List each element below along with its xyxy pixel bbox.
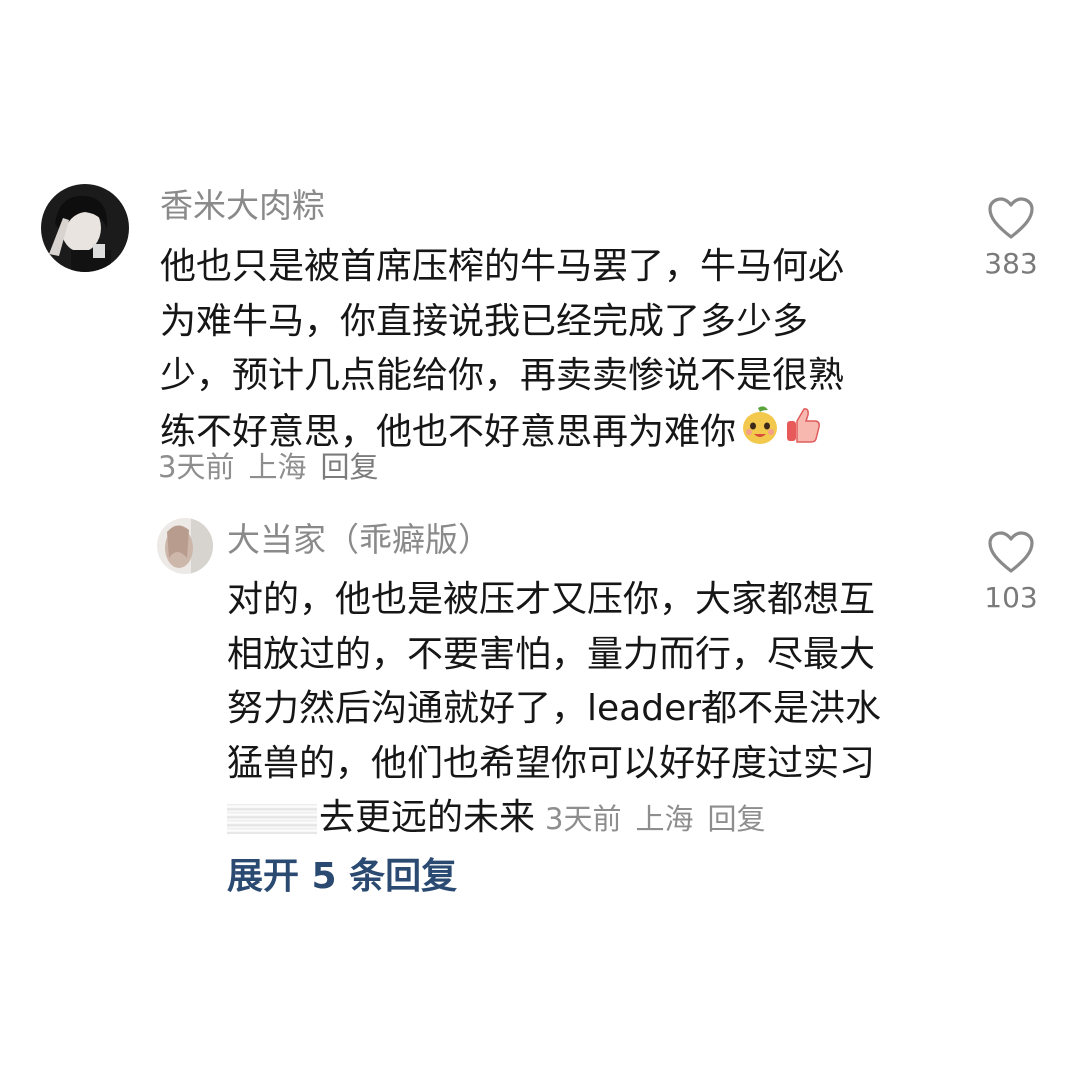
expand-replies-button[interactable]: 展开 5 条回复 <box>227 855 457 899</box>
heart-icon[interactable] <box>976 196 1046 240</box>
comment-text: 他也只是被首席压榨的牛马罢了，牛马何必 为难牛马，你直接说我已经完成了多少多 少… <box>160 240 844 462</box>
commenter-username[interactable]: 香米大肉粽 <box>160 186 325 226</box>
thumbs-up-emoji-icon <box>784 405 822 462</box>
comment-line: 为难牛马，你直接说我已经完成了多少多 <box>160 300 809 342</box>
reply-line-last: 去更远的未来 3天前 上海 回复 <box>227 791 881 847</box>
reply-line: 相放过的，不要害怕，量力而行，尽最大 <box>227 633 876 675</box>
reply-location: 上海 <box>635 802 694 836</box>
reply-reply-button[interactable]: 回复 <box>707 802 765 836</box>
comment-line: 他也只是被首席压榨的牛马罢了，牛马何必 <box>160 246 845 287</box>
comment-location: 上海 <box>248 450 307 484</box>
comment-time: 3天前 <box>158 450 235 484</box>
reply-line-text: 去更远的未来 <box>319 797 536 838</box>
reply-username[interactable]: 大当家（乖癖版） <box>227 520 491 560</box>
like-count: 383 <box>984 247 1038 280</box>
reply-time: 3天前 <box>545 802 622 836</box>
reply-line: 猛兽的，他们也希望你可以好好度过实习 <box>227 742 876 784</box>
reply-line: 努力然后沟通就好了，leader都不是洪水 <box>227 688 882 729</box>
reply-text: 对的，他也是被压才又压你，大家都想互 相放过的，不要害怕，量力而行，尽最大 努力… <box>227 573 881 847</box>
redacted-strip <box>227 804 317 834</box>
like-count: 103 <box>984 581 1038 614</box>
comment-line-text: 练不好意思，他也不好意思再为难你 <box>160 410 737 452</box>
comment-line: 少，预计几点能给你，再卖卖惨说不是很熟 <box>160 355 845 396</box>
heart-icon[interactable] <box>976 530 1046 574</box>
reply-avatar[interactable] <box>157 518 213 574</box>
commenter-avatar[interactable] <box>41 184 129 272</box>
reply-meta: 3天前 上海 回复 <box>545 802 779 836</box>
comment-meta: 3天前 上海 回复 <box>158 449 392 485</box>
smile-pear-emoji-icon <box>740 404 780 463</box>
reply-button[interactable]: 回复 <box>320 450 378 484</box>
comment-like[interactable]: 383 <box>976 196 1046 280</box>
reply-like[interactable]: 103 <box>976 530 1046 614</box>
reply-line: 对的，他也是被压才又压你，大家都想互 <box>227 579 876 620</box>
